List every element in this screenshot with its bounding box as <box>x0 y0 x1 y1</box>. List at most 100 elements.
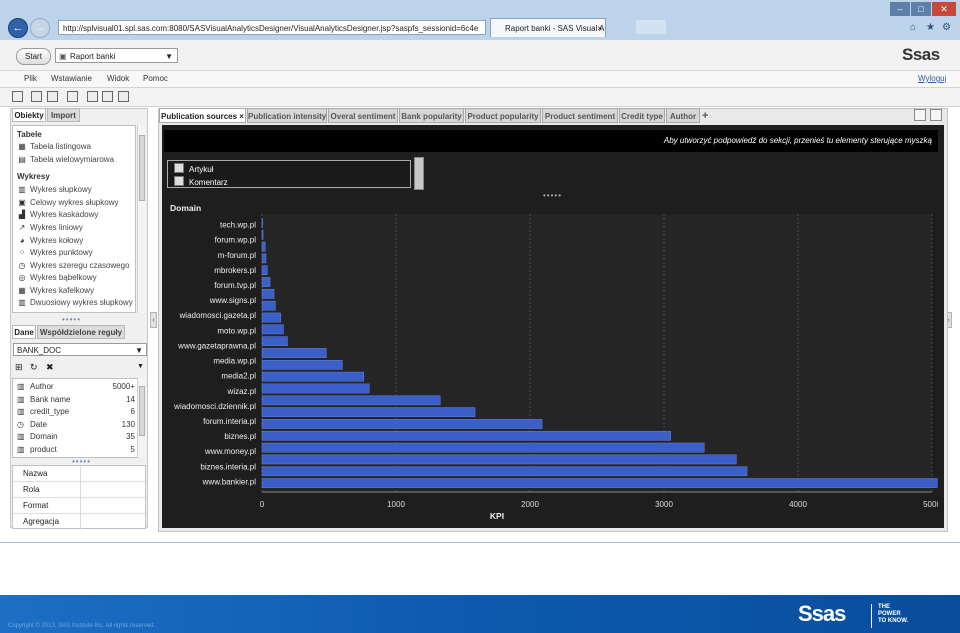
start-button[interactable]: Start <box>16 48 51 65</box>
prop-row-format[interactable]: Format <box>13 498 145 514</box>
data-source-select[interactable]: BANK_DOC ▼ <box>13 343 147 356</box>
list-item-wykres-szeregu[interactable]: ◷ Wykres szeregu czasowego <box>17 261 130 270</box>
tab-obiekty[interactable]: Obiekty <box>12 108 46 122</box>
layout-grid-icon[interactable] <box>914 109 926 121</box>
charts-header: Wykresy <box>17 172 50 181</box>
minimize-button[interactable]: – <box>890 2 910 16</box>
maximize-button[interactable]: □ <box>911 2 931 16</box>
data-item-date[interactable]: ◷ Date 130 <box>17 420 135 429</box>
list-item-tabela-wielowymiarowa[interactable]: ▤ Tabela wielowymiarowa <box>17 155 114 164</box>
list-item-wykres-slupkowy[interactable]: ▥ Wykres słupkowy <box>17 185 92 194</box>
tab-overal-sentiment[interactable]: Overal sentiment <box>328 108 398 123</box>
address-bar[interactable]: http://splvisual01.spl.sas.com:8080/SASV… <box>58 20 486 35</box>
list-item-celowy-wykres[interactable]: ▣ Celowy wykres słupkowy <box>17 198 118 207</box>
list-item-wykres-babelkowy[interactable]: ◎ Wykres bąbelkowy <box>17 273 97 282</box>
x-tick-label: 1000 <box>387 500 405 509</box>
list-item-wykres-kafelkowy[interactable]: ▦ Wykres kafelkowy <box>17 286 94 295</box>
data-source-value: BANK_DOC <box>17 346 62 355</box>
tab-wspoldzielone-reguly[interactable]: Współdzielone reguły <box>37 325 125 339</box>
prop-row-rola[interactable]: Rola <box>13 482 145 498</box>
filter-option-komentarz[interactable]: Komentarz <box>174 176 228 187</box>
data-item-product[interactable]: ▥ product 5 <box>17 445 135 454</box>
browser-tab[interactable]: Raport banki - SAS Visual A... × <box>490 18 606 37</box>
item-label: Wykres bąbelkowy <box>30 273 97 282</box>
prop-row-agregacja[interactable]: Agregacja <box>13 514 145 530</box>
footer-divider <box>871 604 872 628</box>
tab-close-icon[interactable]: × <box>239 112 244 121</box>
filter-option-artykul[interactable]: Artykuł <box>174 163 213 174</box>
add-tab-icon[interactable]: + <box>702 110 708 122</box>
scroll-thumb[interactable] <box>139 386 145 436</box>
tab-close-icon[interactable]: × <box>597 19 602 37</box>
footer-tagline: THE POWER TO KNOW. <box>878 604 909 624</box>
blank-tab[interactable] <box>636 20 666 34</box>
logout-link[interactable]: Wyloguj <box>918 74 946 83</box>
print-icon[interactable] <box>67 91 78 102</box>
prop-row-nazwa[interactable]: Nazwa <box>13 466 145 482</box>
tab-author[interactable]: Author <box>666 108 700 123</box>
tab-product-popularity[interactable]: Product popularity <box>465 108 541 123</box>
splitter-handle[interactable]: ••••• <box>62 315 81 324</box>
scroll-thumb[interactable] <box>139 135 145 201</box>
collapse-left-panel-button[interactable]: ‹ <box>150 312 157 328</box>
data-item-domain[interactable]: ▥ Domain 35 <box>17 432 135 441</box>
list-item-tabela-listingowa[interactable]: ▦ Tabela listingowa <box>17 142 91 151</box>
forward-button[interactable]: → <box>30 18 50 38</box>
list-item-wykres-kolowy[interactable]: ◕ Wykres kołowy <box>17 236 84 245</box>
tab-publication-sources[interactable]: Publication sources × <box>159 108 246 123</box>
settings-icon[interactable]: ⚙ <box>942 22 951 33</box>
data-item-credit-type[interactable]: ▥ credit_type 6 <box>17 407 135 416</box>
forward-arrow-icon: → <box>34 22 46 34</box>
tab-import[interactable]: Import <box>47 108 80 122</box>
checkbox-icon[interactable] <box>174 176 184 186</box>
tab-publication-intensity[interactable]: Publication intensity <box>247 108 327 123</box>
list-item-wykres-punktowy[interactable]: ⁘ Wykres punktowy <box>17 248 93 257</box>
item-label: product <box>30 445 57 454</box>
new-data-item-icon[interactable]: ⊞ <box>15 362 23 373</box>
checkbox-icon[interactable] <box>174 163 184 173</box>
category-icon: ▥ <box>17 407 25 416</box>
open-folder-icon[interactable] <box>31 91 42 102</box>
new-report-icon[interactable] <box>12 91 23 102</box>
menu-pomoc[interactable]: Pomoc <box>143 74 168 83</box>
report-selector[interactable]: ▣ Raport banki ▼ <box>55 48 178 63</box>
save-icon[interactable] <box>47 91 58 102</box>
tab-bank-popularity[interactable]: Bank popularity <box>399 108 464 123</box>
prop-label: Rola <box>23 485 40 494</box>
chart-svg: 0 1000 2000 3000 4000 5000 tech.wp.pl forum.wp.… <box>170 203 938 521</box>
list-item-dwuosiowy[interactable]: ▥ Dwuosiowy wykres słupkowy <box>17 298 132 307</box>
delete-icon[interactable]: ✖ <box>46 362 54 373</box>
table-icon: ▦ <box>18 142 26 151</box>
bar <box>261 241 266 252</box>
close-window-button[interactable]: ✕ <box>932 2 956 16</box>
view-icon[interactable] <box>118 91 129 102</box>
menu-plik[interactable]: Plik <box>24 74 37 83</box>
refresh-icon[interactable]: ↻ <box>30 362 38 373</box>
data-scrollbar[interactable] <box>137 378 146 458</box>
tab-dane[interactable]: Dane <box>12 325 36 339</box>
tab-credit-type[interactable]: Credit type <box>619 108 665 123</box>
data-item-author[interactable]: ▥ Author 5000+ <box>17 382 135 391</box>
favorites-icon[interactable]: ★ <box>926 22 935 33</box>
y-category-label: www.signs.pl <box>209 296 256 305</box>
layout-icon[interactable] <box>102 91 113 102</box>
list-item-wykres-liniowy[interactable]: ↗ Wykres liniowy <box>17 223 83 232</box>
data-item-bank-name[interactable]: ▥ Bank name 14 <box>17 395 135 404</box>
menu-widok[interactable]: Widok <box>107 74 129 83</box>
objects-scrollbar[interactable] <box>137 125 146 313</box>
back-button[interactable]: ← <box>8 18 28 38</box>
fullscreen-icon[interactable] <box>87 91 98 102</box>
filter-scrollbar[interactable] <box>414 157 424 190</box>
tab-product-sentiment[interactable]: Product sentiment <box>542 108 618 123</box>
list-item-wykres-kaskadowy[interactable]: ▟ Wykres kaskadowy <box>17 210 98 219</box>
filter-label: Komentarz <box>189 178 228 187</box>
options-chevron-icon[interactable]: ▼ <box>137 363 144 370</box>
maximize-canvas-icon[interactable] <box>930 109 942 121</box>
item-count: 5000+ <box>112 382 135 391</box>
menu-wstawianie[interactable]: Wstawianie <box>51 74 92 83</box>
minimize-icon: – <box>897 4 903 14</box>
objects-list: Tabele ▦ Tabela listingowa ▤ Tabela wielow… <box>12 125 136 313</box>
section-prompt-bar[interactable]: Aby utworzyć podpowiedź do sekcji, przen… <box>164 130 938 152</box>
bar <box>261 407 476 417</box>
home-icon[interactable]: ⌂ <box>910 22 916 33</box>
